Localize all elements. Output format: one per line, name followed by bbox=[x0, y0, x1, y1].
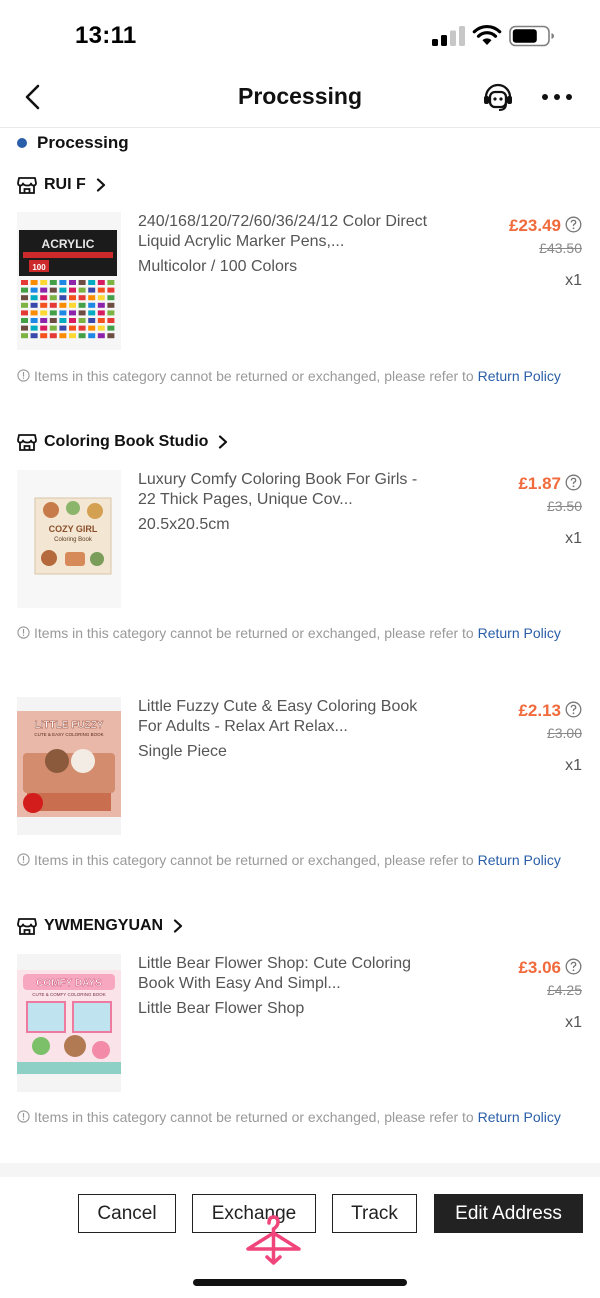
original-price: £43.50 bbox=[539, 240, 582, 256]
product-title[interactable]: Luxury Comfy Coloring Book For Girls - 2… bbox=[138, 470, 438, 510]
return-notice: Items in this category cannot be returne… bbox=[17, 624, 577, 643]
product-price: £2.13 bbox=[518, 701, 561, 720]
product-thumbnail[interactable]: LITTLE FUZZY CUTE & EASY COLORING BOOK bbox=[17, 697, 121, 835]
order-item[interactable]: COMFY DAYS CUTE & COMFY COLORING BOOK Li… bbox=[17, 954, 587, 1094]
return-notice-text: Items in this category cannot be returne… bbox=[34, 368, 478, 384]
product-thumbnail[interactable]: COZY GIRL Coloring Book bbox=[17, 470, 121, 608]
product-variant: 20.5x20.5cm bbox=[138, 516, 230, 533]
thumb-title-text: LITTLE FUZZY bbox=[35, 720, 104, 731]
price-help-icon[interactable] bbox=[565, 474, 582, 491]
comfy-days-book-image: COMFY DAYS CUTE & COMFY COLORING BOOK bbox=[17, 954, 121, 1092]
store-header[interactable]: YWMENGYUAN bbox=[17, 913, 184, 939]
info-icon bbox=[17, 369, 30, 382]
product-title[interactable]: 240/168/120/72/60/36/24/12 Color Direct … bbox=[138, 212, 438, 252]
product-title[interactable]: Little Bear Flower Shop: Cute Coloring B… bbox=[138, 954, 438, 994]
chevron-right-icon bbox=[174, 919, 183, 933]
product-thumbnail[interactable]: COMFY DAYS CUTE & COMFY COLORING BOOK bbox=[17, 954, 121, 1092]
return-policy-link[interactable]: Return Policy bbox=[478, 625, 561, 641]
return-notice: Items in this category cannot be returne… bbox=[17, 367, 577, 386]
product-price: £3.06 bbox=[518, 958, 561, 977]
hanger-icon[interactable] bbox=[244, 1213, 302, 1271]
return-notice-text: Items in this category cannot be returne… bbox=[34, 1109, 478, 1125]
price-help-icon[interactable] bbox=[565, 701, 582, 718]
home-indicator[interactable] bbox=[193, 1279, 407, 1286]
product-variant: Single Piece bbox=[138, 743, 227, 760]
order-item[interactable]: ACRYLIC 100 240/168/120/72/60/36/24/12 C… bbox=[17, 212, 587, 352]
status-dot-icon bbox=[17, 138, 27, 148]
product-thumbnail[interactable]: ACRYLIC 100 bbox=[17, 212, 121, 350]
more-dots-icon[interactable] bbox=[540, 89, 574, 105]
return-policy-link[interactable]: Return Policy bbox=[478, 852, 561, 868]
chevron-right-icon bbox=[219, 435, 228, 449]
status-time: 13:11 bbox=[75, 22, 137, 49]
order-item[interactable]: COZY GIRL Coloring Book Luxury Comfy Col… bbox=[17, 470, 587, 610]
acrylic-markers-image: ACRYLIC 100 bbox=[17, 212, 121, 350]
product-price: £1.87 bbox=[518, 474, 561, 493]
info-icon bbox=[17, 626, 30, 639]
chevron-right-icon bbox=[96, 178, 105, 192]
store-header[interactable]: RUI F bbox=[17, 172, 107, 198]
product-quantity: x1 bbox=[565, 530, 582, 547]
product-variant: Little Bear Flower Shop bbox=[138, 1000, 305, 1017]
return-notice-text: Items in this category cannot be returne… bbox=[34, 852, 478, 868]
order-item[interactable]: LITTLE FUZZY CUTE & EASY COLORING BOOK L… bbox=[17, 697, 587, 837]
thumb-title-text: COMFY DAYS bbox=[36, 978, 102, 989]
return-notice-text: Items in this category cannot be returne… bbox=[34, 625, 478, 641]
navigation-bar: Processing bbox=[0, 70, 600, 128]
return-policy-link[interactable]: Return Policy bbox=[478, 1109, 561, 1125]
order-status-label: Processing bbox=[37, 133, 129, 152]
order-status: Processing bbox=[17, 132, 129, 154]
product-variant: Multicolor / 100 Colors bbox=[138, 258, 298, 275]
store-name: RUI F bbox=[44, 176, 86, 193]
edit-address-button[interactable]: Edit Address bbox=[434, 1194, 583, 1233]
store-icon bbox=[17, 918, 37, 935]
product-title[interactable]: Little Fuzzy Cute & Easy Coloring Book F… bbox=[138, 697, 438, 737]
product-price: £23.49 bbox=[509, 216, 561, 235]
store-name: Coloring Book Studio bbox=[44, 433, 209, 450]
battery-icon bbox=[509, 25, 554, 47]
customer-support-icon[interactable] bbox=[481, 81, 515, 115]
return-notice: Items in this category cannot be returne… bbox=[17, 851, 577, 870]
return-policy-link[interactable]: Return Policy bbox=[478, 368, 561, 384]
info-icon bbox=[17, 1110, 30, 1123]
store-header[interactable]: Coloring Book Studio bbox=[17, 429, 229, 455]
original-price: £3.00 bbox=[546, 725, 582, 741]
original-price: £3.50 bbox=[546, 498, 582, 514]
cancel-button[interactable]: Cancel bbox=[78, 1194, 176, 1233]
thumb-sub-text: CUTE & EASY COLORING BOOK bbox=[34, 732, 103, 737]
section-divider bbox=[0, 1163, 600, 1177]
thumb-title-text: COZY GIRL bbox=[49, 524, 98, 534]
price-help-icon[interactable] bbox=[565, 216, 582, 233]
thumb-sub-text: Coloring Book bbox=[54, 537, 93, 543]
thumb-brand-text: ACRYLIC bbox=[42, 237, 95, 251]
store-name: YWMENGYUAN bbox=[44, 917, 164, 934]
original-price: £4.25 bbox=[546, 982, 582, 998]
store-icon bbox=[17, 434, 37, 451]
return-notice: Items in this category cannot be returne… bbox=[17, 1108, 577, 1127]
status-bar: 13:11 bbox=[0, 0, 600, 70]
track-button[interactable]: Track bbox=[332, 1194, 417, 1233]
cozy-girl-book-image: COZY GIRL Coloring Book bbox=[17, 470, 121, 608]
store-icon bbox=[17, 177, 37, 194]
thumb-sub-text: CUTE & COMFY COLORING BOOK bbox=[32, 992, 105, 997]
cellular-signal-icon bbox=[432, 26, 465, 46]
product-quantity: x1 bbox=[565, 272, 582, 289]
product-quantity: x1 bbox=[565, 757, 582, 774]
price-help-icon[interactable] bbox=[565, 958, 582, 975]
wifi-icon bbox=[472, 24, 502, 45]
little-fuzzy-book-image: LITTLE FUZZY CUTE & EASY COLORING BOOK bbox=[17, 697, 121, 835]
product-quantity: x1 bbox=[565, 1014, 582, 1031]
thumb-badge-text: 100 bbox=[32, 263, 46, 272]
info-icon bbox=[17, 853, 30, 866]
